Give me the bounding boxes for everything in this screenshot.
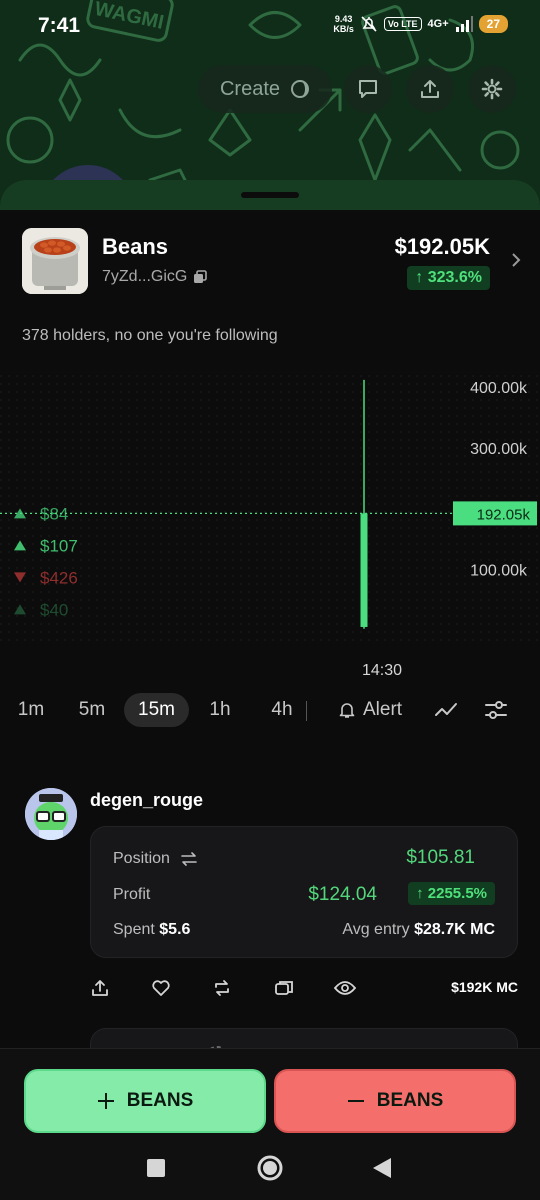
chat-button[interactable] [344,65,392,113]
token-image [22,228,88,294]
position-label: Position [113,850,170,867]
x-axis-time-label: 14:30 [362,662,402,679]
spent-value: $5.6 [159,921,191,938]
network-speed: 9.43 KB/s [333,14,354,34]
buy-label: BEANS [126,1090,194,1111]
spent-label: Spent [113,921,155,938]
avg-entry-row: Avg entry $28.7K MC [342,921,495,939]
token-address-text: 7yZd...GicG [102,268,188,285]
y-tick-label: 300.00k [470,441,528,458]
trader-name[interactable]: degen_rouge [90,790,203,811]
battery-indicator: 27 [478,15,508,33]
copy-trade-icon [275,981,293,995]
timeframe-divider [306,701,307,721]
price-chart-svg: 400.00k 300.00k 100.00k 192.05k $84 $107 $42… [0,375,540,679]
post-actions: $192K MC [0,976,540,1004]
alert-label: Alert [363,699,403,720]
mute-icon [361,16,377,32]
create-label: Create [219,77,281,100]
beans-can-icon [22,228,88,294]
token-sheet: Beans 7yZd...GicG $192.05K ↑ 323.6% 378 … [0,180,540,1200]
share-icon [92,980,108,996]
token-change-badge: ↑ 323.6% [407,266,490,290]
sell-label: BEANS [376,1090,444,1111]
swap-arrows-icon[interactable] [181,852,197,866]
share-post-button[interactable] [88,976,112,1000]
sell-button[interactable]: BEANS [274,1069,516,1133]
android-nav-bar [0,1149,540,1189]
y-tick-label: 100.00k [470,562,528,579]
holders-summary: 378 holders, no one you're following [22,327,278,344]
timeframe-selector: 1m 5m 15m 1h 4h Alert [0,693,540,729]
bottom-trade-bar: BEANS BEANS [0,1048,540,1200]
settings-button[interactable] [468,65,516,113]
position-card[interactable]: Position $105.81 Profit $124.04 ↑ 2255.5… [90,826,518,958]
buy-button[interactable]: BEANS [24,1069,266,1133]
trade-amount: $84 [40,504,68,523]
line-chart-toggle-icon[interactable] [434,700,458,720]
profit-value: $124.04 [308,884,377,905]
trade-amount: $40 [40,600,68,619]
copy-trade-button[interactable] [272,976,296,1000]
status-icons: 9.43 KB/s Vo LTE 4G+ 27 [333,14,508,34]
network-type: 4G+ [427,18,449,30]
trade-amount: $107 [40,536,78,555]
minus-icon [347,1100,364,1102]
token-address[interactable]: 7yZd...GicG [102,268,208,286]
token-header[interactable]: Beans 7yZd...GicG $192.05K ↑ 323.6% [22,228,522,294]
chevron-right-icon[interactable] [510,250,522,270]
avg-entry-value: $28.7K MC [414,921,495,938]
back-icon[interactable] [372,1157,392,1179]
plus-icon [97,1093,114,1109]
top-actions: Create [0,65,540,113]
upload-icon [421,80,439,98]
avg-entry-label: Avg entry [342,921,410,938]
trader-avatar[interactable] [25,788,77,840]
price-chart[interactable]: 400.00k 300.00k 100.00k 192.05k $84 $107 $42… [0,375,540,685]
trader-avatar-image [25,788,77,840]
volte-badge: Vo LTE [383,17,422,31]
like-button[interactable] [149,976,173,1000]
bell-icon [339,703,355,718]
chat-icon [359,80,377,98]
token-market-cap: $192.05K [394,234,490,259]
candle-body [360,513,368,627]
current-price-label: 192.05k [477,506,531,523]
recents-icon[interactable] [146,1158,166,1178]
post-market-cap: $192K MC [451,979,518,995]
y-tick-label: 400.00k [470,380,528,397]
status-bar: 7:41 9.43 KB/s Vo LTE 4G+ 27 [0,0,540,50]
profit-change-badge: ↑ 2255.5% [408,882,495,905]
share-button[interactable] [406,65,454,113]
chart-settings-sliders-icon[interactable] [484,699,508,721]
view-button[interactable] [333,976,357,1000]
token-name: Beans [102,234,169,259]
create-circle-icon [291,80,310,98]
status-time: 7:41 [38,14,81,37]
alert-button[interactable]: Alert [338,693,402,727]
gear-icon [481,78,503,100]
timeframe-1m[interactable]: 1m [8,693,54,727]
home-icon[interactable] [256,1154,284,1182]
copy-icon[interactable] [193,270,208,284]
create-button[interactable]: Create [198,65,332,113]
timeframe-15m[interactable]: 15m [124,693,189,727]
signal-icon [455,16,473,32]
timeframe-1h[interactable]: 1h [198,693,242,727]
trade-amount: $426 [40,568,78,587]
repost-button[interactable] [210,976,234,1000]
timeframe-5m[interactable]: 5m [68,693,116,727]
position-value: $105.81 [406,847,475,868]
timeframe-4h[interactable]: 4h [258,693,306,727]
repost-icon [215,980,229,996]
drag-handle[interactable] [241,192,299,198]
profit-label: Profit [113,886,151,903]
spent-row: Spent $5.6 [113,921,190,939]
eye-icon [334,981,356,995]
heart-icon [152,980,170,996]
